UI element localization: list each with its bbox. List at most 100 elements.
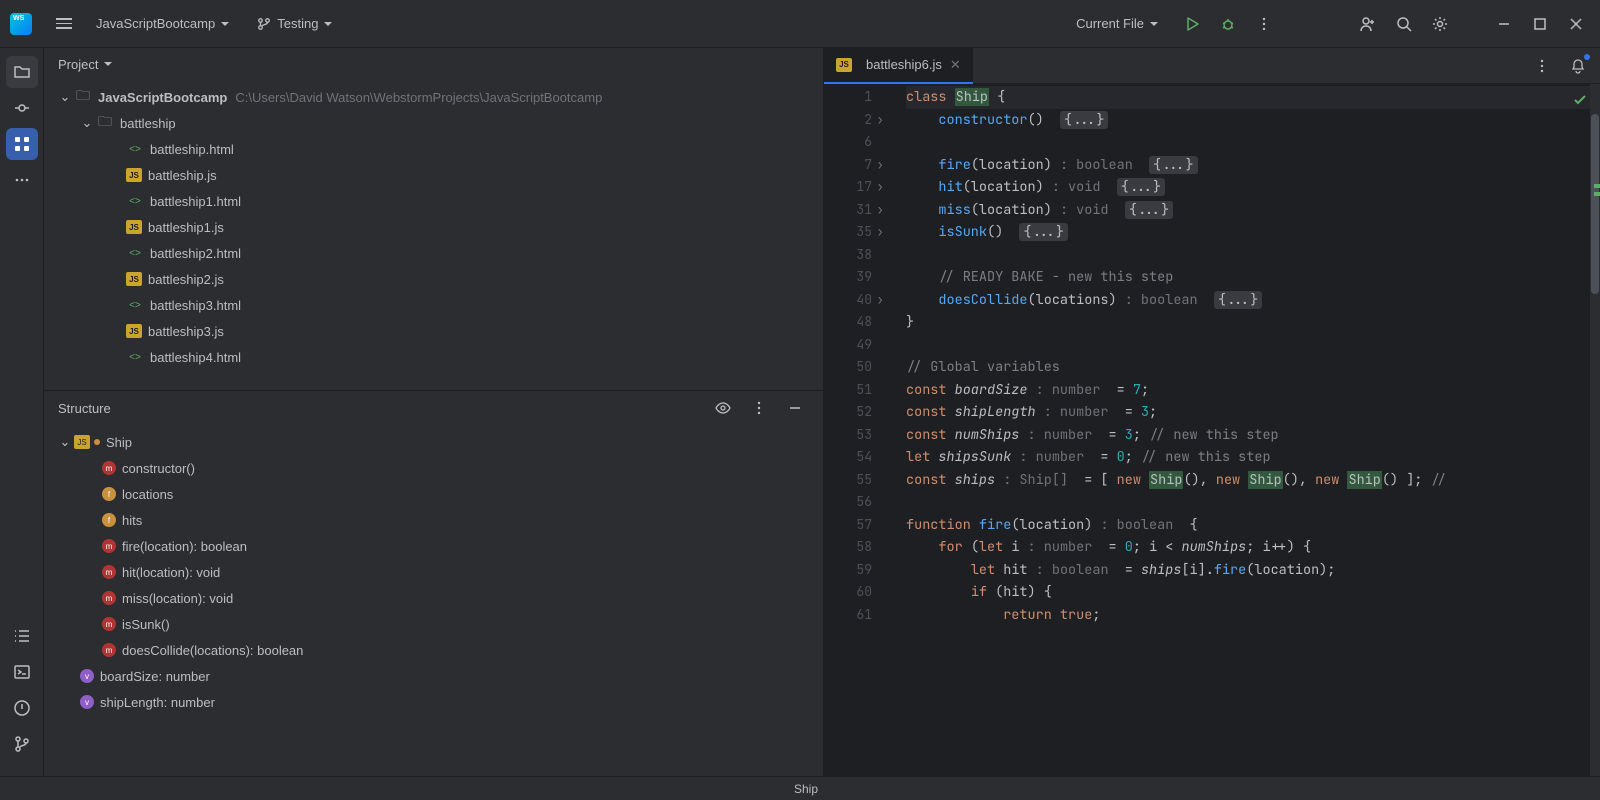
code-line[interactable] [906, 131, 1600, 154]
structure-class-row[interactable]: Ship [44, 429, 823, 455]
project-root[interactable]: JavaScriptBootcamp C:\Users\David Watson… [44, 84, 823, 110]
line-number[interactable]: 6 [824, 131, 872, 154]
scroll-thumb[interactable] [1591, 114, 1599, 294]
code-line[interactable]: for (let i : number = 0; i < numShips; i… [906, 536, 1600, 559]
code-line[interactable]: isSunk() {...} [906, 221, 1600, 244]
git-branch-selector[interactable]: Testing [245, 10, 344, 37]
problems-tool-button[interactable] [6, 692, 38, 724]
run-button[interactable] [1178, 10, 1206, 38]
line-number[interactable]: 2› [824, 109, 872, 132]
line-number[interactable]: 7› [824, 154, 872, 177]
line-number[interactable]: 35› [824, 221, 872, 244]
fold-toggle[interactable]: › [876, 199, 884, 222]
code-content[interactable]: class Ship { constructor() {...} fire(lo… [898, 84, 1600, 776]
code-line[interactable]: hit(location) : void {...} [906, 176, 1600, 199]
maximize-window-button[interactable] [1526, 10, 1554, 38]
file-row[interactable]: battleship.js [44, 162, 823, 188]
structure-tree[interactable]: Ship constructor()locationshitsfire(loca… [44, 425, 823, 776]
tab-options-button[interactable] [1528, 52, 1556, 80]
line-number[interactable]: 51 [824, 379, 872, 402]
code-line[interactable] [906, 491, 1600, 514]
structure-global-row[interactable]: boardSize: number [44, 663, 823, 689]
line-number[interactable]: 58 [824, 536, 872, 559]
fold-toggle[interactable]: › [876, 176, 884, 199]
line-number[interactable]: 55 [824, 469, 872, 492]
structure-member-row[interactable]: fire(location): boolean [44, 533, 823, 559]
hide-panel-button[interactable] [781, 394, 809, 422]
view-options-button[interactable] [709, 394, 737, 422]
code-line[interactable]: let shipsSunk : number = 0; // new this … [906, 446, 1600, 469]
expand-icon[interactable] [58, 89, 72, 105]
code-line[interactable]: const ships : Ship[] = [ new Ship(), new… [906, 469, 1600, 492]
fold-toggle[interactable]: › [876, 221, 884, 244]
structure-global-row[interactable]: shipLength: number [44, 689, 823, 715]
todo-tool-button[interactable] [6, 620, 38, 652]
line-number[interactable]: 60 [824, 581, 872, 604]
project-tool-button[interactable] [6, 56, 38, 88]
line-number[interactable]: 17› [824, 176, 872, 199]
run-config-selector[interactable]: Current File [1064, 10, 1170, 37]
vcs-tool-button[interactable] [6, 728, 38, 760]
file-row[interactable]: battleship4.html [44, 344, 823, 370]
line-number[interactable]: 50 [824, 356, 872, 379]
file-row[interactable]: battleship3.html [44, 292, 823, 318]
fold-toggle[interactable]: › [876, 154, 884, 177]
code-line[interactable]: return true; [906, 604, 1600, 627]
code-line[interactable]: if (hit) { [906, 581, 1600, 604]
file-row[interactable]: battleship.html [44, 136, 823, 162]
line-number[interactable]: 61 [824, 604, 872, 627]
project-selector[interactable]: JavaScriptBootcamp [84, 10, 241, 37]
file-row[interactable]: battleship2.js [44, 266, 823, 292]
folder-row[interactable]: battleship [44, 110, 823, 136]
line-number[interactable]: 52 [824, 401, 872, 424]
code-line[interactable]: } [906, 311, 1600, 334]
line-number[interactable]: 48 [824, 311, 872, 334]
expand-icon[interactable] [58, 434, 72, 450]
line-number[interactable]: 53 [824, 424, 872, 447]
notifications-button[interactable] [1564, 52, 1592, 80]
line-number-gutter[interactable]: 12›67›17›31›35›383940›484950515253545556… [824, 84, 880, 776]
code-line[interactable]: const numShips : number = 3; // new this… [906, 424, 1600, 447]
close-window-button[interactable] [1562, 10, 1590, 38]
code-line[interactable]: let hit : boolean = ships[i].fire(locati… [906, 559, 1600, 582]
structure-member-row[interactable]: doesCollide(locations): boolean [44, 637, 823, 663]
structure-member-row[interactable]: hit(location): void [44, 559, 823, 585]
editor-tab[interactable]: battleship6.js ✕ [824, 48, 973, 84]
code-line[interactable]: // READY BAKE - new this step [906, 266, 1600, 289]
line-number[interactable]: 59 [824, 559, 872, 582]
code-with-me-button[interactable] [1354, 10, 1382, 38]
editor-scrollbar[interactable] [1590, 84, 1600, 776]
fold-toggle[interactable]: › [876, 109, 884, 132]
search-everywhere-button[interactable] [1390, 10, 1418, 38]
breadcrumb[interactable]: Ship [794, 782, 818, 796]
code-line[interactable]: fire(location) : boolean {...} [906, 154, 1600, 177]
structure-member-row[interactable]: locations [44, 481, 823, 507]
code-line[interactable]: // Global variables [906, 356, 1600, 379]
line-number[interactable]: 38 [824, 244, 872, 267]
file-row[interactable]: battleship1.js [44, 214, 823, 240]
code-line[interactable]: miss(location) : void {...} [906, 199, 1600, 222]
minimize-window-button[interactable] [1490, 10, 1518, 38]
commit-tool-button[interactable] [6, 92, 38, 124]
code-line[interactable]: class Ship { [906, 86, 1600, 109]
inspection-ok-icon[interactable] [1572, 92, 1588, 112]
structure-member-row[interactable]: miss(location): void [44, 585, 823, 611]
expand-icon[interactable] [80, 115, 94, 131]
panel-options-button[interactable] [745, 394, 773, 422]
structure-member-row[interactable]: isSunk() [44, 611, 823, 637]
file-row[interactable]: battleship1.html [44, 188, 823, 214]
code-line[interactable]: const boardSize : number = 7; [906, 379, 1600, 402]
line-number[interactable]: 1 [824, 86, 872, 109]
editor-body[interactable]: 12›67›17›31›35›383940›484950515253545556… [824, 84, 1600, 776]
debug-button[interactable] [1214, 10, 1242, 38]
more-tools-button[interactable] [6, 164, 38, 196]
project-panel-header[interactable]: Project [44, 48, 823, 80]
code-line[interactable]: function fire(location) : boolean { [906, 514, 1600, 537]
line-number[interactable]: 31› [824, 199, 872, 222]
line-number[interactable]: 56 [824, 491, 872, 514]
structure-tool-button[interactable] [6, 128, 38, 160]
change-marker[interactable] [1594, 184, 1600, 188]
code-line[interactable]: constructor() {...} [906, 109, 1600, 132]
structure-member-row[interactable]: constructor() [44, 455, 823, 481]
line-number[interactable]: 40› [824, 289, 872, 312]
